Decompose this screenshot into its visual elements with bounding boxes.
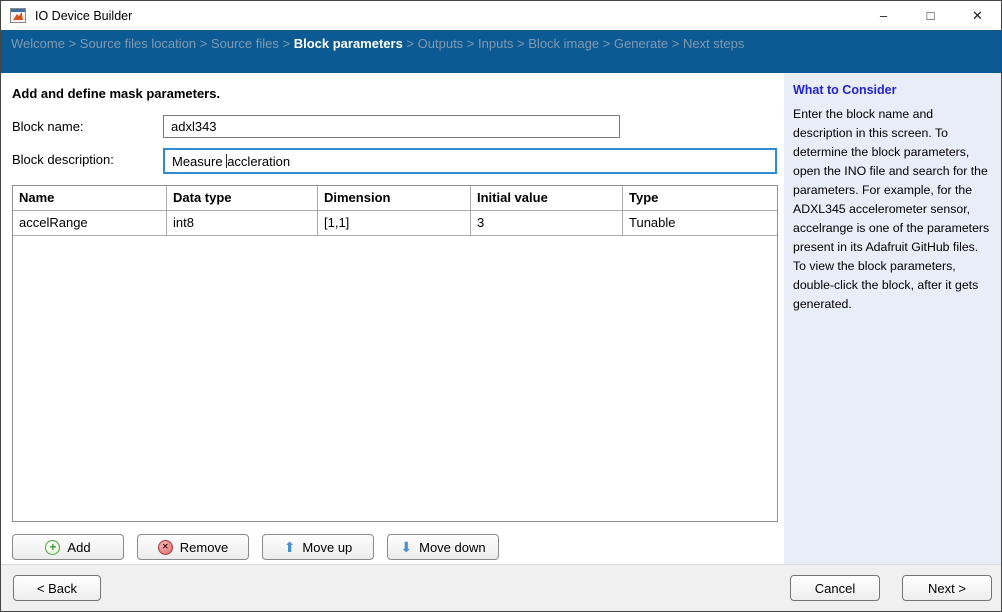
- cancel-button[interactable]: Cancel: [790, 575, 880, 601]
- breadcrumb-separator: >: [599, 36, 614, 51]
- table-cell-dimension: [1,1]: [318, 211, 471, 235]
- breadcrumb-item-outputs: Outputs: [418, 36, 464, 51]
- breadcrumb-separator: >: [196, 36, 211, 51]
- table-actions: + Add ✕ Remove ⬆ Move up ⬇ Move down: [12, 534, 784, 560]
- table-cell-name: accelRange: [13, 211, 167, 235]
- remove-button-label: Remove: [180, 540, 228, 555]
- matlab-app-icon: [10, 8, 26, 23]
- column-header-name: Name: [13, 186, 167, 210]
- breadcrumb-separator: >: [513, 36, 528, 51]
- breadcrumb-item-next-steps: Next steps: [683, 36, 744, 51]
- table-cell-data-type: int8: [167, 211, 318, 235]
- window: IO Device Builder –□✕ Welcome > Source f…: [0, 0, 1002, 612]
- table-header-row: NameData typeDimensionInitial valueType: [13, 186, 777, 211]
- help-body: Enter the block name and description in …: [793, 105, 991, 314]
- remove-button[interactable]: ✕ Remove: [137, 534, 249, 560]
- column-header-data-type: Data type: [167, 186, 318, 210]
- cross-circle-icon: ✕: [158, 540, 173, 555]
- breadcrumb-item-inputs: Inputs: [478, 36, 513, 51]
- breadcrumb-separator: >: [403, 36, 418, 51]
- content-area: Add and define mask parameters. Block na…: [1, 73, 1001, 564]
- table-row[interactable]: accelRangeint8[1,1]3Tunable: [13, 211, 777, 236]
- maximize-button[interactable]: □: [907, 1, 954, 30]
- block-description-input[interactable]: Measure accleration: [163, 148, 777, 174]
- breadcrumb-item-welcome: Welcome: [11, 36, 65, 51]
- next-button[interactable]: Next >: [902, 575, 992, 601]
- block-description-value-after-caret: accleration: [227, 154, 290, 169]
- add-button-label: Add: [67, 540, 90, 555]
- column-header-initial-value: Initial value: [471, 186, 623, 210]
- block-name-label: Block name:: [12, 115, 163, 134]
- table-cell-type: Tunable: [623, 211, 777, 235]
- help-panel: What to Consider Enter the block name an…: [784, 73, 1001, 564]
- breadcrumb-separator: >: [65, 36, 80, 51]
- breadcrumb-item-source-files-location: Source files location: [80, 36, 196, 51]
- breadcrumb: Welcome > Source files location > Source…: [1, 30, 1001, 73]
- window-title: IO Device Builder: [35, 9, 132, 23]
- block-name-input[interactable]: adxl343: [163, 115, 620, 138]
- block-name-value: adxl343: [171, 119, 217, 134]
- breadcrumb-item-generate: Generate: [614, 36, 668, 51]
- page-heading: Add and define mask parameters.: [12, 86, 784, 101]
- table-body: accelRangeint8[1,1]3Tunable: [13, 211, 777, 236]
- column-header-type: Type: [623, 186, 777, 210]
- block-description-row: Block description: Measure accleration: [12, 148, 784, 174]
- breadcrumb-separator: >: [668, 36, 683, 51]
- breadcrumb-item-source-files: Source files: [211, 36, 279, 51]
- footer: < Back Cancel Next >: [1, 564, 1001, 611]
- plus-circle-icon: +: [45, 540, 60, 555]
- column-header-dimension: Dimension: [318, 186, 471, 210]
- move-up-button[interactable]: ⬆ Move up: [262, 534, 374, 560]
- back-button[interactable]: < Back: [13, 575, 101, 601]
- minimize-button[interactable]: –: [860, 1, 907, 30]
- main-panel: Add and define mask parameters. Block na…: [1, 73, 784, 564]
- add-button[interactable]: + Add: [12, 534, 124, 560]
- parameters-table: NameData typeDimensionInitial valueType …: [12, 185, 778, 522]
- table-cell-initial-value: 3: [471, 211, 623, 235]
- breadcrumb-separator: >: [463, 36, 478, 51]
- move-up-button-label: Move up: [302, 540, 352, 555]
- close-button[interactable]: ✕: [954, 1, 1001, 30]
- up-arrow-icon: ⬆: [284, 540, 296, 554]
- block-description-value-before-caret: Measure: [172, 154, 226, 169]
- window-controls: –□✕: [860, 1, 1001, 30]
- move-down-button-label: Move down: [419, 540, 485, 555]
- breadcrumb-separator: >: [279, 36, 294, 51]
- block-name-row: Block name: adxl343: [12, 115, 784, 138]
- title-bar: IO Device Builder –□✕: [1, 1, 1001, 30]
- help-title: What to Consider: [793, 83, 991, 97]
- breadcrumb-item-block-parameters: Block parameters: [294, 36, 403, 51]
- block-description-label: Block description:: [12, 148, 163, 167]
- down-arrow-icon: ⬇: [400, 540, 412, 554]
- move-down-button[interactable]: ⬇ Move down: [387, 534, 499, 560]
- breadcrumb-item-block-image: Block image: [528, 36, 599, 51]
